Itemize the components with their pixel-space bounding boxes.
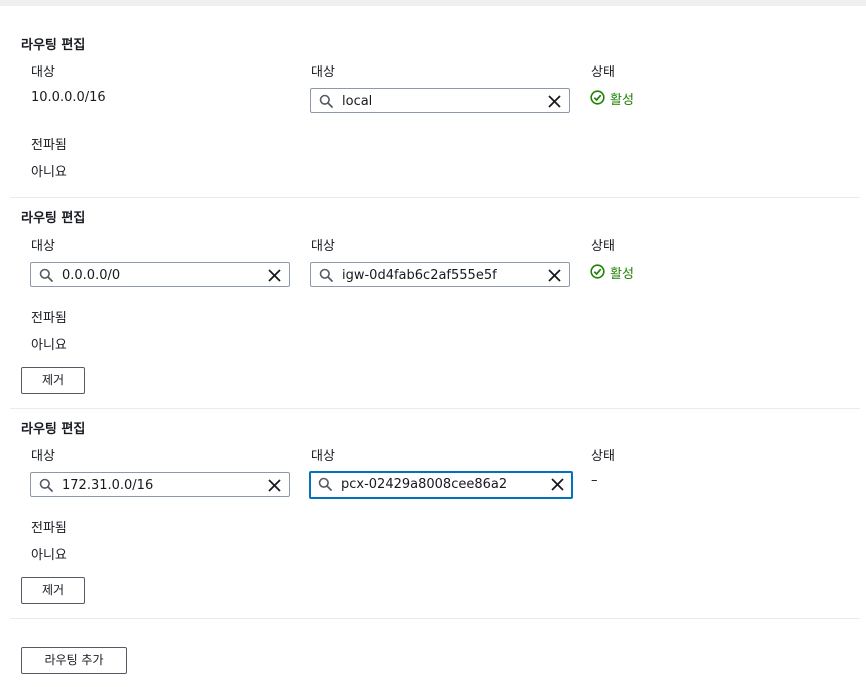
- propagated-value: 아니요: [31, 165, 67, 180]
- divider: [10, 197, 860, 198]
- search-icon: [39, 268, 53, 282]
- destination-input-value: 172.31.0.0/16: [62, 478, 154, 493]
- remove-button[interactable]: 제거: [21, 367, 85, 394]
- destination-label: 대상: [31, 239, 55, 254]
- search-icon: [319, 94, 333, 108]
- clear-icon[interactable]: [551, 478, 564, 491]
- destination-label: 대상: [31, 449, 55, 464]
- divider: [10, 618, 860, 619]
- status-label: 상태: [591, 65, 615, 80]
- status-label: 상태: [591, 449, 615, 464]
- route-title: 라우팅 편집: [21, 211, 86, 226]
- target-input[interactable]: igw-0d4fab6c2af555e5f: [310, 262, 570, 287]
- clear-icon[interactable]: [268, 479, 281, 492]
- target-input-value: pcx-02429a8008cee86a2: [341, 477, 508, 492]
- add-route-button[interactable]: 라우팅 추가: [21, 647, 127, 674]
- search-icon: [319, 268, 333, 282]
- check-circle-icon: [590, 264, 605, 279]
- propagated-value: 아니요: [31, 338, 67, 353]
- destination-input[interactable]: 0.0.0.0/0: [30, 262, 290, 287]
- destination-input[interactable]: 172.31.0.0/16: [30, 472, 290, 497]
- propagated-value: 아니요: [31, 548, 67, 563]
- remove-button[interactable]: 제거: [21, 577, 85, 604]
- search-icon: [318, 477, 332, 491]
- route-title: 라우팅 편집: [21, 38, 86, 53]
- status-value: 활성: [610, 93, 634, 108]
- target-input-value: local: [342, 94, 373, 109]
- destination-input-value: 0.0.0.0/0: [62, 268, 121, 283]
- propagated-label: 전파됨: [31, 521, 67, 536]
- status-label: 상태: [591, 239, 615, 254]
- clear-icon[interactable]: [548, 269, 561, 282]
- target-label: 대상: [311, 449, 335, 464]
- propagated-label: 전파됨: [31, 138, 67, 153]
- destination-value: 10.0.0.0/16: [31, 90, 106, 105]
- route-title: 라우팅 편집: [21, 422, 86, 437]
- divider: [10, 408, 860, 409]
- target-label: 대상: [311, 239, 335, 254]
- propagated-label: 전파됨: [31, 311, 67, 326]
- target-label: 대상: [311, 65, 335, 80]
- check-circle-icon: [590, 90, 605, 105]
- status-value: –: [591, 473, 598, 488]
- target-input-value: igw-0d4fab6c2af555e5f: [342, 268, 497, 283]
- search-icon: [39, 478, 53, 492]
- destination-label: 대상: [31, 65, 55, 80]
- target-input[interactable]: local: [310, 88, 570, 113]
- status-value: 활성: [610, 267, 634, 282]
- target-input[interactable]: pcx-02429a8008cee86a2: [309, 471, 573, 499]
- top-bar: [0, 0, 866, 6]
- clear-icon[interactable]: [548, 95, 561, 108]
- clear-icon[interactable]: [268, 269, 281, 282]
